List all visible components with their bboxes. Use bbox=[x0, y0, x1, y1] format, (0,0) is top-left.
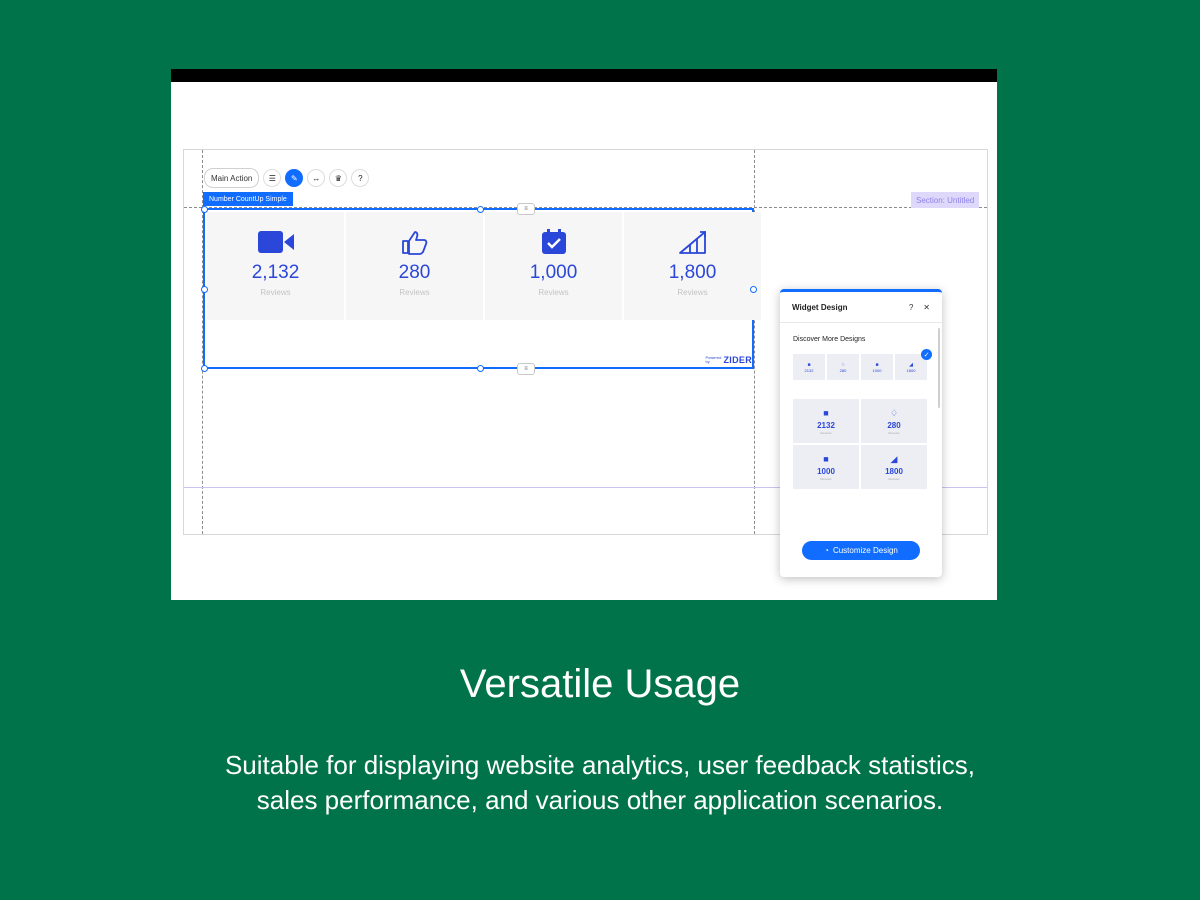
growth-chart-icon bbox=[678, 228, 708, 256]
grid-stat-label: Reviews bbox=[888, 476, 900, 481]
growth-chart-icon: ◢ bbox=[890, 453, 898, 464]
grid-stat-value: 1800 bbox=[885, 466, 903, 476]
drag-handle-icon[interactable]: ≡ bbox=[517, 363, 535, 375]
mini-stat-value: 2132 bbox=[804, 367, 814, 373]
customize-design-label: Customize Design bbox=[832, 546, 898, 555]
brand-logo-text: ZIDER bbox=[723, 355, 752, 365]
stat-value: 2,132 bbox=[251, 262, 300, 283]
selected-check-icon: ✓ bbox=[921, 349, 932, 360]
section-tag[interactable]: Section: Untitled bbox=[911, 192, 980, 208]
grid-stat: ♢ 280 Reviews bbox=[861, 399, 927, 443]
panel-title: Widget Design bbox=[792, 302, 848, 312]
caption-description: Suitable for displaying website analytic… bbox=[0, 748, 1200, 818]
stat-label: Reviews bbox=[538, 288, 569, 297]
drag-handle-icon[interactable]: ≡ bbox=[517, 203, 535, 215]
caption-line: sales performance, and various other app… bbox=[256, 785, 944, 815]
caption-title: Versatile Usage bbox=[459, 662, 741, 706]
calendar-check-icon: ■ bbox=[823, 453, 829, 464]
window-top-bar bbox=[171, 69, 997, 82]
stat-card: 280 Reviews bbox=[346, 212, 483, 320]
resize-handle[interactable] bbox=[477, 365, 484, 372]
crown-icon[interactable]: ♛ bbox=[329, 169, 348, 187]
panel-scrollbar[interactable] bbox=[938, 328, 940, 408]
widget-name-tag[interactable]: Number CountUp Simple bbox=[203, 192, 293, 206]
stat-value: 1,000 bbox=[529, 262, 578, 283]
resize-handle[interactable] bbox=[750, 286, 757, 293]
mini-stat-value: 1000 bbox=[872, 367, 882, 373]
stretch-icon[interactable]: ↔ bbox=[307, 169, 326, 187]
panel-header: Widget Design ? ✕ bbox=[780, 292, 942, 323]
grid-stat-value: 280 bbox=[887, 420, 901, 430]
grid-stat: ■ 1000 Reviews bbox=[793, 445, 859, 489]
powered-by-badge[interactable]: Powered by ZIDER bbox=[706, 355, 753, 365]
stat-label: Reviews bbox=[399, 288, 430, 297]
close-icon[interactable]: ✕ bbox=[923, 303, 930, 312]
design-option-grid[interactable]: ■ 2132 Reviews ♢ 280 Reviews ■ 1000 Reviews ◢ 1… bbox=[793, 399, 927, 489]
list-settings-icon[interactable]: ☰ bbox=[263, 169, 282, 187]
pen-icon[interactable]: ✎ bbox=[285, 169, 304, 187]
mini-stat: ■ 2132 bbox=[793, 354, 825, 380]
help-icon[interactable]: ? bbox=[909, 303, 913, 312]
resize-handle[interactable] bbox=[201, 286, 208, 293]
stat-card: 1,800 Reviews bbox=[624, 212, 761, 320]
stat-card: 1,000 Reviews bbox=[485, 212, 622, 320]
mini-stat-value: 1800 bbox=[906, 367, 916, 373]
resize-handle[interactable] bbox=[201, 206, 208, 213]
widget-toolbar: Main Action ☰ ✎ ↔ ♛ ? bbox=[204, 168, 370, 188]
stat-value: 1,800 bbox=[668, 262, 717, 283]
resize-handle[interactable] bbox=[201, 365, 208, 372]
widget-design-panel: Widget Design ? ✕ Discover More Designs … bbox=[780, 289, 942, 577]
thumbs-up-icon: ♢ bbox=[889, 407, 899, 418]
design-option-selected[interactable]: ■ 2132 ♢ 280 ■ 1000 ◢ 1800 bbox=[793, 354, 927, 380]
calendar-check-icon bbox=[540, 228, 568, 256]
editor-screenshot: Main Action ☰ ✎ ↔ ♛ ? Number CountUp Sim… bbox=[171, 69, 997, 600]
caption-line: Suitable for displaying website analytic… bbox=[224, 750, 976, 780]
customize-design-button[interactable]: ◔ Customize Design bbox=[802, 541, 920, 560]
video-camera-icon bbox=[257, 228, 295, 256]
stat-card: 2,132 Reviews bbox=[207, 212, 344, 320]
main-action-button[interactable]: Main Action bbox=[204, 168, 260, 188]
grid-stat: ◢ 1800 Reviews bbox=[861, 445, 927, 489]
stat-label: Reviews bbox=[677, 288, 708, 297]
grid-stat-value: 2132 bbox=[817, 420, 835, 430]
grid-stat-value: 1000 bbox=[817, 466, 835, 476]
grid-stat: ■ 2132 Reviews bbox=[793, 399, 859, 443]
thumbs-up-icon bbox=[401, 228, 429, 256]
stat-value: 280 bbox=[398, 262, 431, 283]
resize-handle[interactable] bbox=[477, 206, 484, 213]
grid-stat-label: Reviews bbox=[820, 430, 832, 435]
panel-header-icons: ? ✕ bbox=[909, 303, 930, 312]
mini-stat: ■ 1000 bbox=[861, 354, 893, 380]
selected-widget[interactable]: 2,132 Reviews 280 Reviews 1,000 Reviews bbox=[201, 203, 761, 375]
mini-stat-value: 280 bbox=[839, 367, 847, 373]
video-camera-icon: ■ bbox=[823, 407, 829, 418]
grid-stat-label: Reviews bbox=[820, 476, 832, 481]
discover-designs-heading: Discover More Designs bbox=[793, 336, 866, 343]
palette-icon: ◔ bbox=[824, 546, 829, 555]
mini-stat: ♢ 280 bbox=[827, 354, 859, 380]
help-icon[interactable]: ? bbox=[351, 169, 370, 187]
stat-label: Reviews bbox=[260, 288, 291, 297]
powered-by-text: Powered by bbox=[705, 355, 722, 364]
stat-cards: 2,132 Reviews 280 Reviews 1,000 Reviews bbox=[207, 212, 761, 320]
grid-stat-label: Reviews bbox=[888, 430, 900, 435]
editor-canvas: Main Action ☰ ✎ ↔ ♛ ? Number CountUp Sim… bbox=[183, 149, 988, 577]
